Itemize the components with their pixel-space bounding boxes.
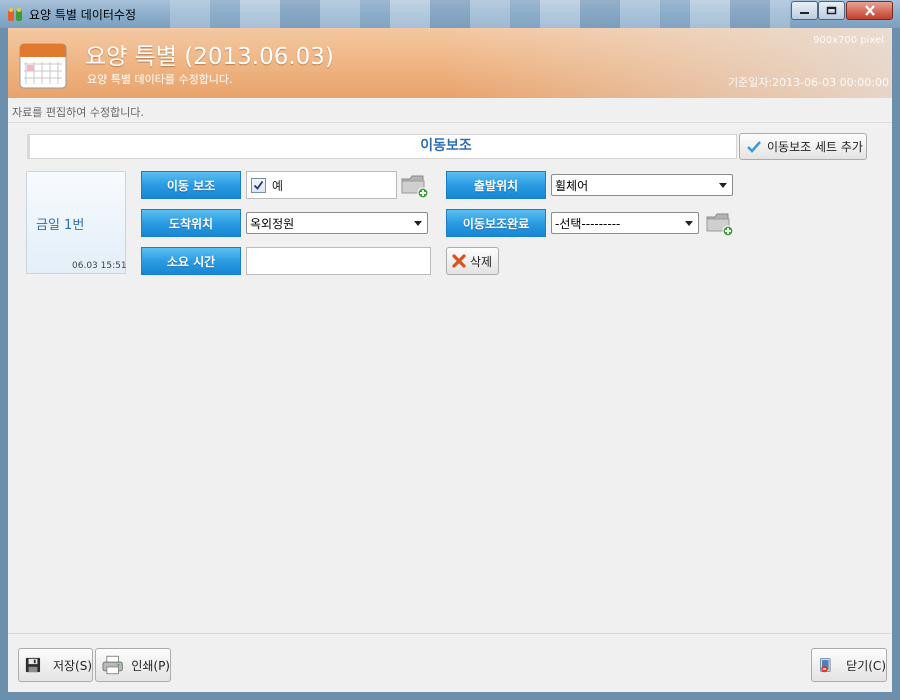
title-bar-background [170, 0, 790, 28]
add-move-assist-set-button[interactable]: 이동보조 세트 추가 [739, 133, 867, 160]
close-dialog-button[interactable]: 닫기(C) [811, 648, 887, 682]
exit-icon [820, 658, 831, 673]
page-title: 요양 특별 (2013.06.03) [85, 44, 334, 70]
move-assist-value: 예 [272, 178, 284, 193]
complete-select[interactable]: -선택--------- [551, 212, 699, 234]
page-subtitle: 요양 특별 데이타를 수정합니다. [87, 73, 233, 86]
edit-hint: 자료를 편집하여 수정합니다. [12, 106, 144, 119]
item-card-title: 금일 1번 [36, 218, 85, 233]
save-label: 저장(S) [52, 658, 92, 673]
client-area [8, 28, 892, 692]
maximize-button[interactable] [818, 1, 845, 20]
add-set-label: 이동보조 세트 추가 [767, 140, 863, 154]
duration-label: 소요 시간 [141, 247, 241, 275]
calendar-icon [19, 43, 67, 89]
delete-label: 삭제 [470, 254, 493, 269]
minimize-icon [800, 12, 809, 14]
delete-icon [452, 254, 466, 268]
complete-label: 이동보조완료 [446, 209, 546, 237]
close-label: 닫기(C) [846, 658, 886, 673]
check-icon [253, 180, 264, 190]
departure-label: 출발위치 [446, 171, 546, 199]
departure-value: 휠체어 [555, 178, 589, 193]
window-title: 요양 특별 데이터수정 [29, 8, 136, 22]
checkmark-icon [747, 140, 761, 153]
duration-input[interactable] [246, 247, 431, 275]
complete-value: -선택--------- [555, 216, 621, 231]
save-button[interactable]: 저장(S) [18, 648, 93, 682]
maximize-icon [826, 6, 837, 15]
base-date: 기준일자:2013-06-03 00:00:00 [727, 76, 889, 89]
printer-icon [102, 655, 123, 675]
chevron-down-icon [719, 183, 727, 188]
move-assist-label-text: 이동 보조 [166, 178, 216, 193]
folder-add-icon[interactable] [706, 211, 734, 237]
folder-add-icon[interactable] [401, 173, 429, 199]
duration-label-text: 소요 시간 [166, 254, 216, 269]
print-label: 인쇄(P) [131, 658, 170, 673]
arrival-value: 옥외정원 [250, 216, 295, 231]
move-assist-checkbox[interactable] [251, 177, 266, 193]
move-assist-field[interactable]: 예 [246, 171, 397, 199]
divider [8, 122, 892, 123]
delete-button[interactable]: 삭제 [446, 247, 499, 275]
size-note: 900x700 pixel [813, 35, 884, 46]
arrival-label: 도착위치 [141, 209, 241, 237]
complete-label-text: 이동보조완료 [462, 216, 530, 231]
close-window-button[interactable] [846, 1, 893, 20]
arrival-select[interactable]: 옥외정원 [246, 212, 428, 234]
close-icon [864, 5, 875, 16]
chevron-down-icon [685, 221, 693, 226]
move-assist-label: 이동 보조 [141, 171, 241, 199]
departure-select[interactable]: 휠체어 [551, 174, 733, 196]
floppy-disk-icon [25, 657, 41, 673]
page-header: 요양 특별 (2013.06.03) 요양 특별 데이타를 수정합니다. 900… [8, 28, 892, 98]
arrival-label-text: 도착위치 [168, 216, 214, 231]
departure-label-text: 출발위치 [473, 178, 519, 193]
print-button[interactable]: 인쇄(P) [95, 648, 171, 682]
footer-divider [8, 633, 892, 634]
minimize-button[interactable] [791, 1, 818, 20]
app-icon [8, 8, 22, 21]
item-card-time: 06.03 15:51 [72, 261, 127, 271]
chevron-down-icon [414, 221, 422, 226]
